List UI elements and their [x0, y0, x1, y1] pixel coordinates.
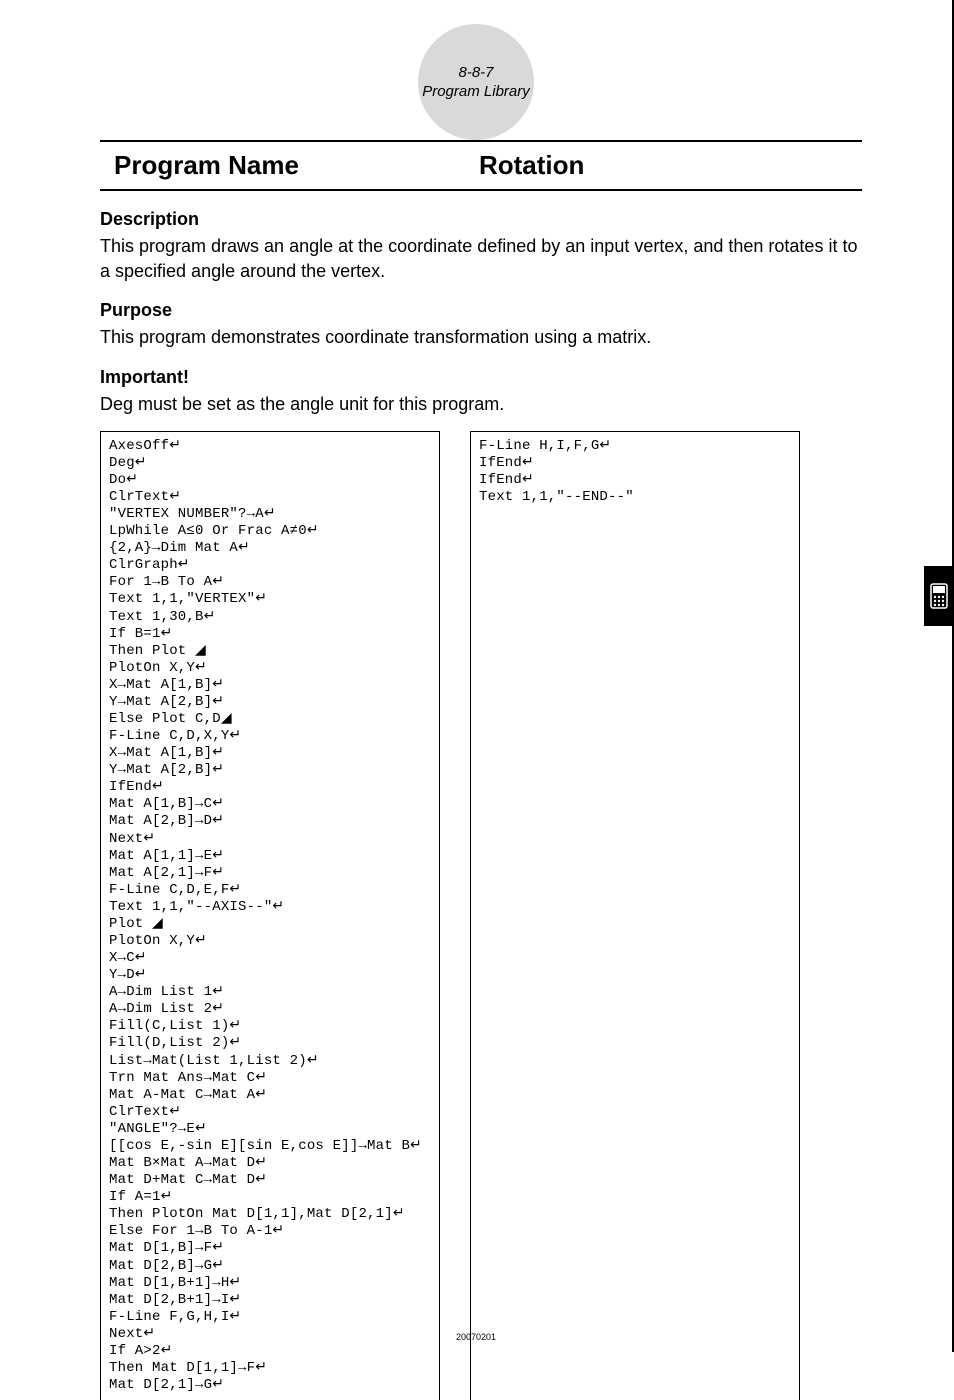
content-area: Program Name Rotation Description This p…	[100, 140, 862, 1400]
section-badge: 8-8-7 Program Library	[418, 24, 534, 140]
important-heading: Important!	[100, 367, 862, 388]
footer-number: 20070201	[456, 1332, 496, 1342]
code-listing-right: F-Line H,I,F,G↵ IfEnd↵ IfEnd↵ Text 1,1,"…	[470, 431, 800, 1400]
code-listing-left: AxesOff↵ Deg↵ Do↵ ClrText↵ "VERTEX NUMBE…	[100, 431, 440, 1400]
important-text: Deg must be set as the angle unit for th…	[100, 392, 862, 417]
calculator-icon	[930, 583, 948, 609]
code-columns: AxesOff↵ Deg↵ Do↵ ClrText↵ "VERTEX NUMBE…	[100, 431, 862, 1400]
description-heading: Description	[100, 209, 862, 230]
description-text: This program draws an angle at the coord…	[100, 234, 862, 284]
side-tab	[924, 566, 954, 626]
program-name-value: Rotation	[479, 150, 584, 181]
program-name-label: Program Name	[114, 150, 299, 181]
title-row: Program Name Rotation	[100, 140, 862, 191]
section-name: Program Library	[422, 83, 530, 100]
section-number: 8-8-7	[458, 64, 493, 81]
page: 8-8-7 Program Library Program Name Rotat…	[0, 0, 954, 1352]
purpose-heading: Purpose	[100, 300, 862, 321]
purpose-text: This program demonstrates coordinate tra…	[100, 325, 862, 350]
